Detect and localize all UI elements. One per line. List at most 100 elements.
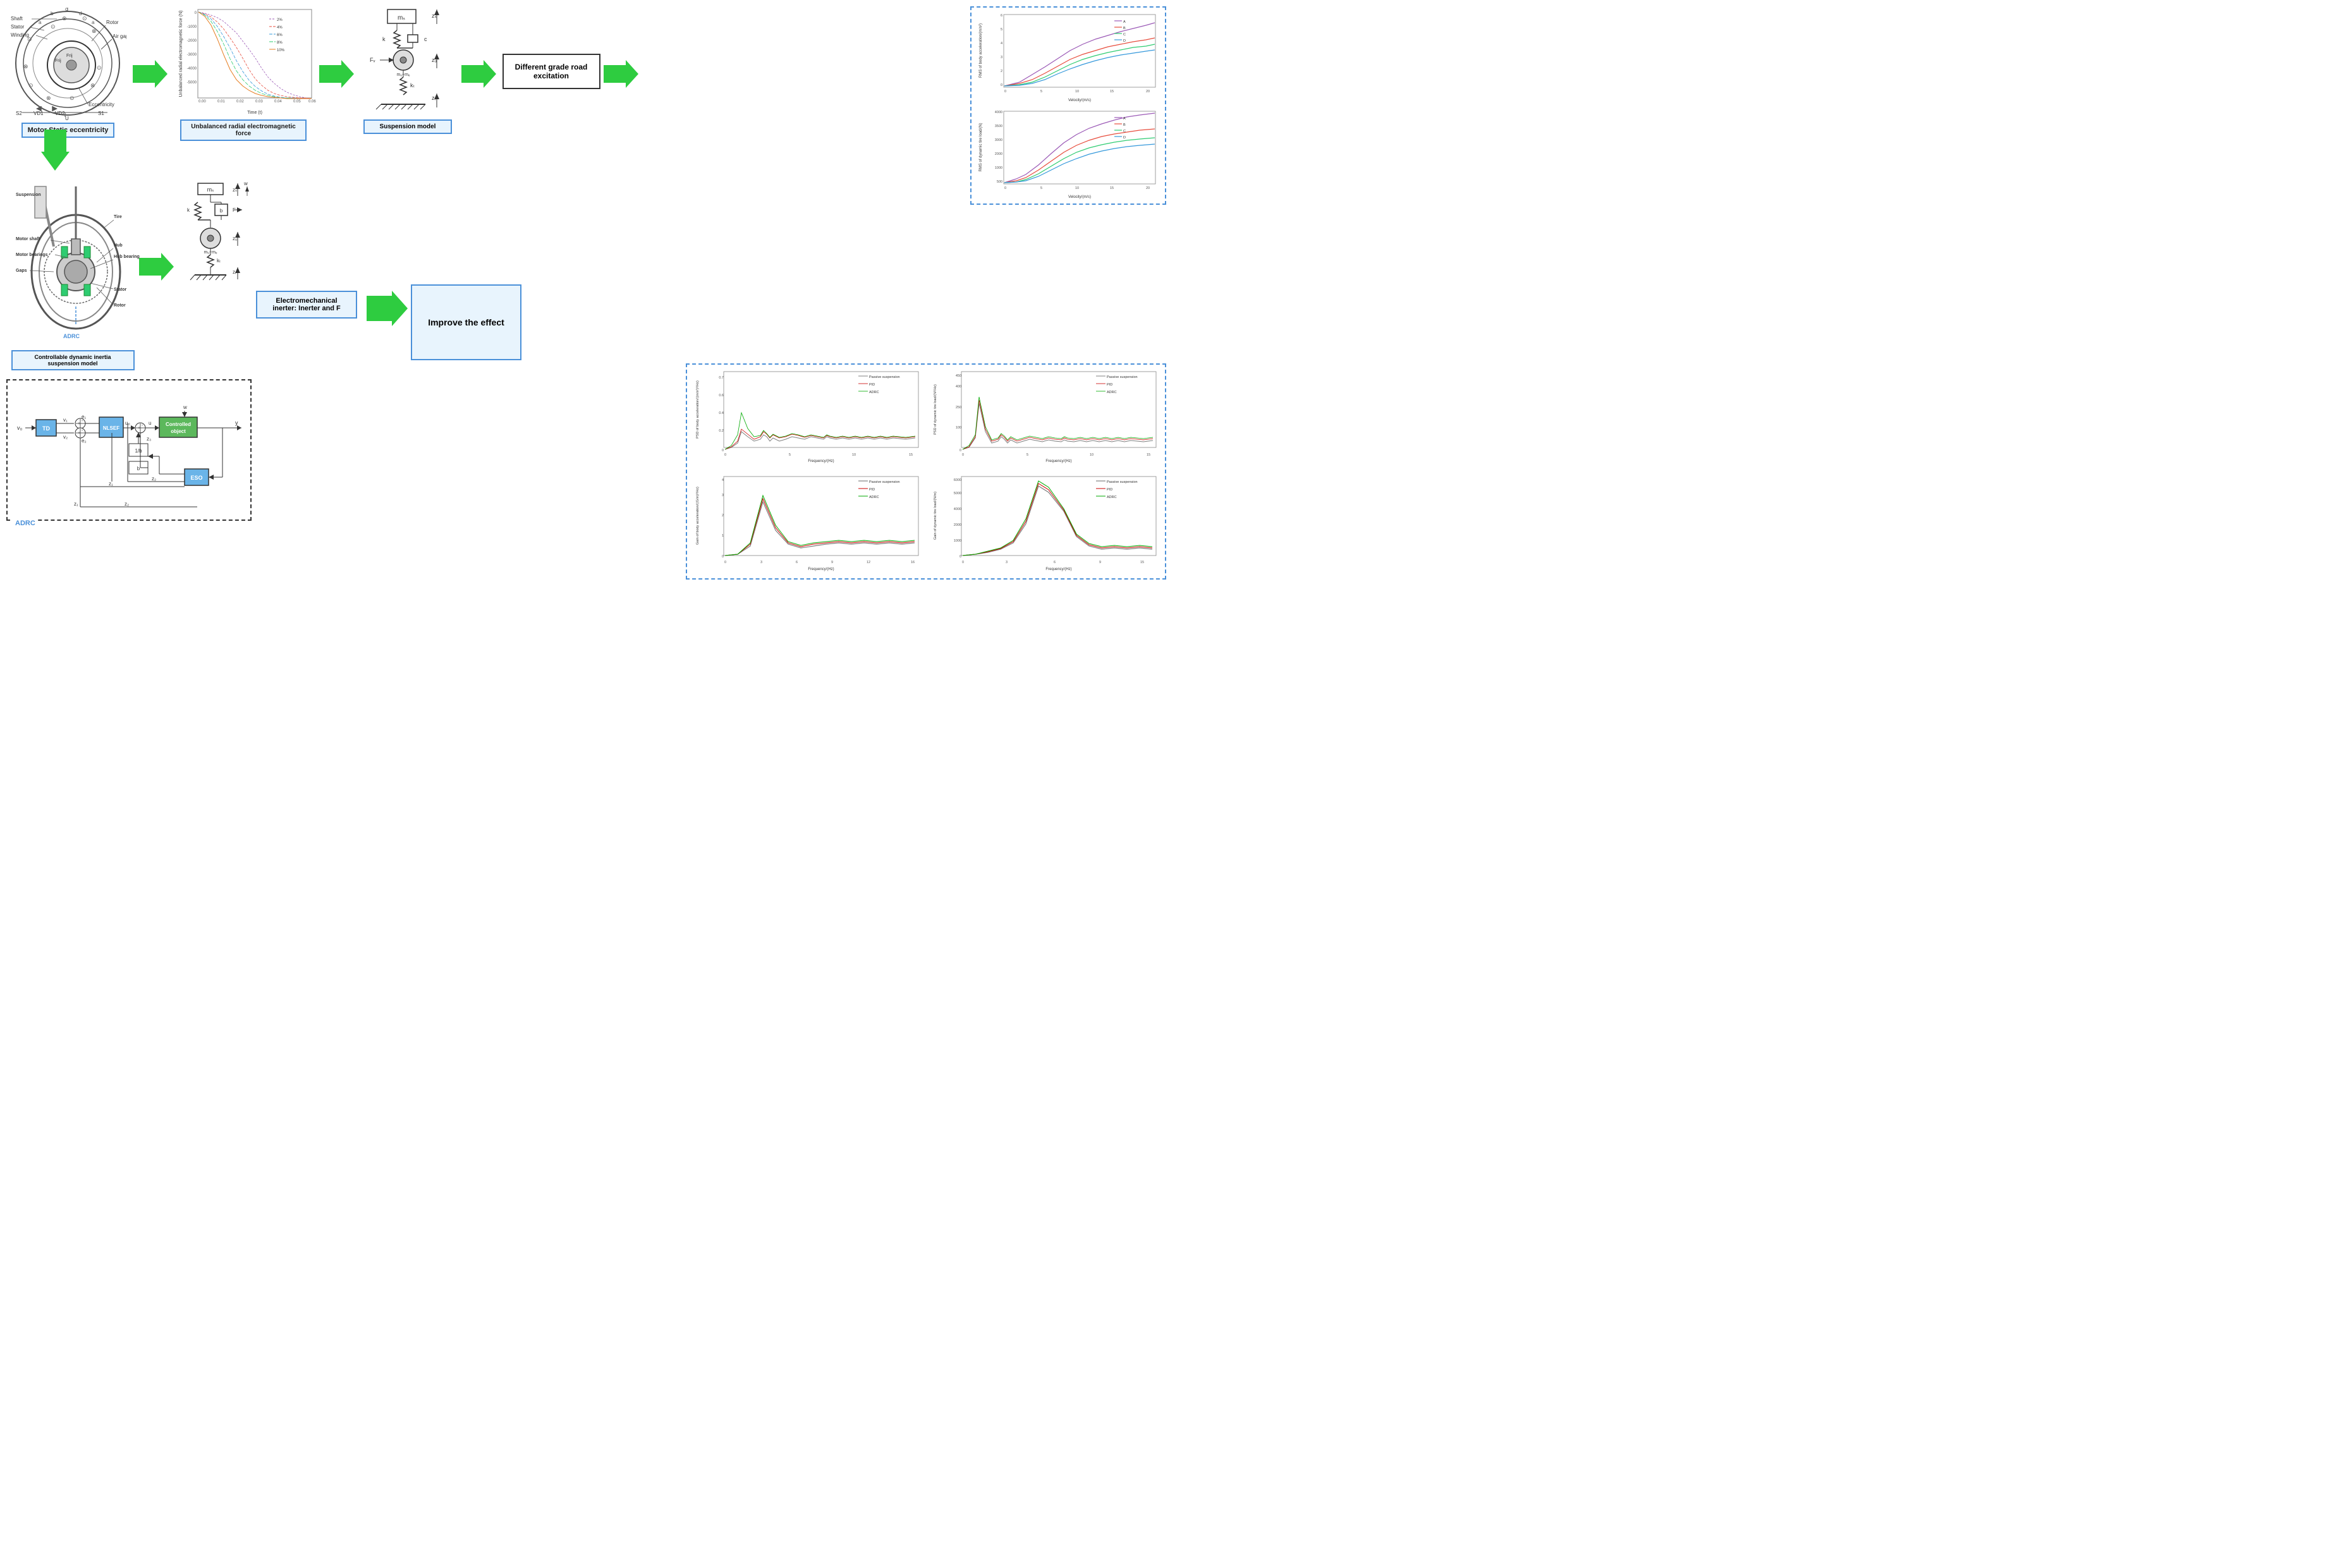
svg-text:ESO: ESO (190, 475, 202, 481)
svg-text:Fᵥ: Fᵥ (370, 57, 375, 63)
svg-text:B: B (1123, 123, 1126, 127)
rms-charts-section: RMS of body acceleration/(m/s²) Velocity… (970, 6, 1166, 205)
svg-text:Rotor: Rotor (106, 20, 119, 25)
svg-text:0: 0 (1001, 83, 1002, 87)
svg-text:0: 0 (959, 449, 961, 453)
svg-text:TD: TD (42, 425, 50, 432)
svg-text:5: 5 (1026, 453, 1028, 457)
svg-text:5: 5 (789, 453, 791, 457)
svg-text:0.6: 0.6 (719, 394, 724, 398)
svg-text:VD2: VD2 (55, 111, 65, 116)
svg-text:Controlled: Controlled (166, 422, 191, 427)
svg-text:PSD of body acceleration/((m/s: PSD of body acceleration/((m/s²)²/Hz) (696, 380, 700, 439)
svg-text:1000: 1000 (995, 166, 1002, 170)
svg-text:6%: 6% (277, 33, 283, 37)
svg-text:C: C (1123, 33, 1126, 37)
svg-text:Shaft: Shaft (11, 16, 23, 21)
svg-text:Hub: Hub (114, 243, 123, 248)
svg-text:3: 3 (1006, 561, 1008, 564)
svg-text:k: k (187, 207, 190, 213)
svg-text:500: 500 (997, 180, 1002, 184)
svg-text:z₃: z₃ (147, 436, 151, 442)
svg-text:⊙: ⊙ (28, 82, 34, 88)
svg-text:0.00: 0.00 (198, 100, 206, 104)
svg-text:Eccentricity: Eccentricity (88, 102, 114, 107)
svg-text:Stator: Stator (11, 24, 25, 30)
svg-text:0: 0 (962, 561, 964, 564)
svg-text:4: 4 (1001, 42, 1002, 46)
svg-text:w: w (183, 404, 187, 410)
svg-text:ADRC: ADRC (63, 333, 80, 339)
svg-text:Tire: Tire (114, 215, 122, 219)
svg-text:0.04: 0.04 (274, 100, 282, 104)
svg-text:0.2: 0.2 (719, 429, 724, 433)
suspension-diagram: mₛ zₛ k c mᵤ+mₑ (362, 6, 454, 117)
adrc-section: ADRC v₀ TD v₁ v₂ + - (6, 379, 252, 521)
svg-text:D: D (1123, 136, 1126, 140)
svg-text:⊙: ⊙ (82, 15, 87, 21)
svg-text:Gain of dynamic tire load/(N/m: Gain of dynamic tire load/(N/m) (934, 492, 937, 540)
svg-text:+: + (138, 426, 140, 430)
svg-text:Frequency/(Hz): Frequency/(Hz) (808, 459, 834, 463)
svg-text:0: 0 (962, 453, 964, 457)
svg-text:⊗: ⊗ (46, 95, 51, 101)
svg-text:Velocity/(m/s): Velocity/(m/s) (1068, 195, 1091, 199)
svg-text:6: 6 (1054, 561, 1056, 564)
svg-text:-5000: -5000 (186, 81, 197, 85)
gain-tire-load-chart: Gain of dynamic tire load/(N/m) Frequenc… (929, 473, 1162, 574)
svg-text:2: 2 (722, 514, 724, 518)
svg-text:-1000: -1000 (186, 25, 197, 29)
force-chart-section: Unbalanced radial electromagnetic force … (171, 6, 316, 141)
svg-text:Gaps: Gaps (16, 269, 27, 273)
suspension-label: Suspension model (363, 119, 452, 134)
svg-text:Suspension: Suspension (16, 193, 41, 197)
svg-text:Rotor: Rotor (114, 303, 126, 308)
svg-text:⊙: ⊙ (27, 36, 32, 42)
svg-text:10: 10 (1075, 186, 1079, 190)
svg-text:RMS of body acceleration/(m/s²: RMS of body acceleration/(m/s²) (979, 23, 983, 78)
inerter-label: Electromechanical inerter: Inerter and F (256, 291, 357, 319)
arrow2 (319, 60, 354, 92)
svg-text:a: a (39, 20, 42, 25)
svg-text:Frij: Frij (55, 59, 61, 63)
svg-text:Passive suspension: Passive suspension (1107, 375, 1138, 379)
svg-text:0: 0 (1004, 90, 1006, 94)
svg-text:d: d (79, 11, 82, 16)
svg-text:Unbalanced radial electromagne: Unbalanced radial electromagnetic force … (179, 11, 183, 97)
svg-text:D: D (1123, 39, 1126, 43)
svg-text:v₀: v₀ (17, 425, 23, 431)
svg-text:ADRC: ADRC (869, 495, 879, 499)
svg-text:400: 400 (956, 385, 961, 389)
svg-text:Motor bearings: Motor bearings (16, 253, 48, 257)
svg-text:U: U (65, 116, 69, 120)
grade-road-label: Different grade road excitation (502, 54, 600, 89)
svg-text:5: 5 (1040, 90, 1042, 94)
svg-text:A: A (1123, 117, 1126, 121)
svg-text:PID: PID (869, 488, 875, 492)
svg-text:0.02: 0.02 (236, 100, 244, 104)
svg-text:w: w (243, 181, 248, 186)
svg-text:Motor shaft: Motor shaft (16, 237, 40, 241)
gain-body-accel-chart: Gain of body acceleration/((G/m)²/Hz) Fr… (691, 473, 925, 574)
svg-text:4: 4 (722, 478, 724, 482)
svg-text:u: u (149, 420, 151, 426)
svg-text:a: a (92, 20, 95, 25)
motor-diagram: Air gap Shaft Stator Winding Rotor Eccen… (9, 6, 126, 120)
svg-text:⊗: ⊗ (62, 15, 67, 21)
svg-text:0: 0 (722, 555, 724, 559)
svg-text:Frequency/(Hz): Frequency/(Hz) (1045, 459, 1071, 463)
svg-text:S1: S1 (98, 111, 104, 116)
svg-text:e₁: e₁ (82, 414, 86, 420)
svg-text:0: 0 (724, 561, 726, 564)
svg-text:z₁: z₁ (74, 501, 78, 507)
arrow6 (367, 291, 408, 332)
svg-text:250: 250 (956, 406, 961, 410)
svg-text:2%: 2% (277, 18, 283, 22)
svg-text:5: 5 (1001, 28, 1002, 32)
svg-text:ADRC: ADRC (869, 391, 879, 394)
svg-text:c: c (424, 36, 427, 42)
wheel-assembly-section: Suspension Tire Hub Hub bearing Motor sh… (6, 183, 139, 370)
svg-text:0: 0 (959, 555, 961, 559)
svg-text:2000: 2000 (995, 152, 1002, 156)
force-label: Unbalanced radial electromagnetic force (180, 119, 307, 141)
